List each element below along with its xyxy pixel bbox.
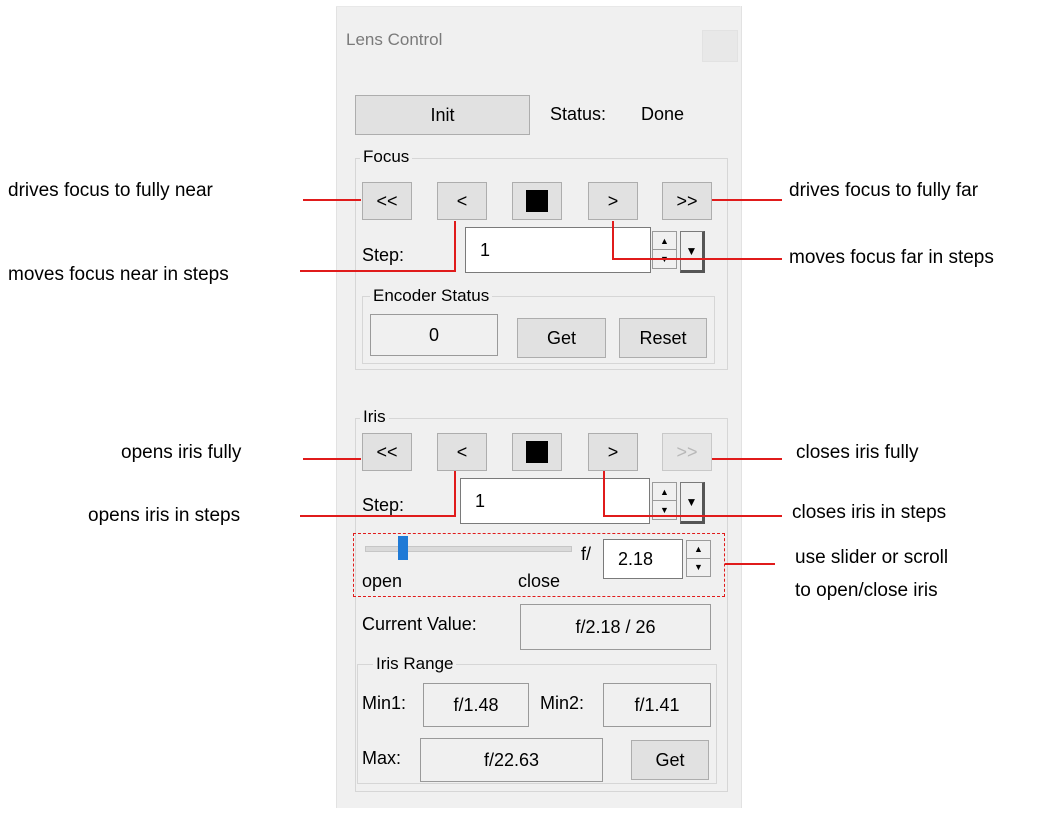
focus-step-dropdown[interactable]: ▼	[680, 231, 705, 273]
status-value: Done	[641, 104, 685, 124]
focus-full-far-button[interactable]: >>	[662, 182, 712, 220]
current-value-readout: f/2.18 / 26	[520, 604, 711, 650]
slider-highlight-box	[353, 533, 725, 597]
min1-label: Min1:	[362, 693, 407, 713]
focus-step-far-button[interactable]: >	[588, 182, 638, 220]
iris-step-close-button[interactable]: >	[588, 433, 638, 471]
iris-step-input[interactable]: 1	[460, 478, 650, 524]
encoder-reset-button[interactable]: Reset	[619, 318, 707, 358]
min1-value: f/1.48	[423, 683, 529, 727]
stop-icon	[526, 441, 548, 463]
annotation-iris-step-close: closes iris in steps	[792, 502, 947, 523]
annotation-focus-full-far: drives focus to fully far	[789, 180, 979, 201]
encoder-value: 0	[370, 314, 498, 356]
focus-stop-button[interactable]	[512, 182, 562, 220]
stop-icon	[526, 190, 548, 212]
current-value-label: Current Value:	[362, 614, 477, 634]
leader-line	[725, 563, 775, 565]
max-value: f/22.63	[420, 738, 603, 782]
annotation-focus-step-far: moves focus far in steps	[789, 247, 994, 268]
annotation-slider-line2: to open/close iris	[795, 580, 938, 601]
leader-line	[712, 199, 782, 201]
annotation-iris-full-open: opens iris fully	[121, 442, 242, 463]
focus-step-label: Step:	[362, 245, 405, 265]
leader-line	[303, 199, 361, 201]
leader-line	[303, 458, 361, 460]
iris-group-label: Iris	[360, 407, 389, 427]
leader-line	[300, 515, 455, 517]
spin-up-icon[interactable]: ▲	[653, 232, 676, 250]
min2-value: f/1.41	[603, 683, 711, 727]
annotation-focus-step-near: moves focus near in steps	[8, 264, 229, 285]
leader-line	[603, 471, 605, 517]
focus-full-near-button[interactable]: <<	[362, 182, 412, 220]
iris-full-close-button[interactable]: >>	[662, 433, 712, 471]
encoder-get-button[interactable]: Get	[517, 318, 606, 358]
iris-stop-button[interactable]	[512, 433, 562, 471]
leader-line	[712, 458, 782, 460]
iris-step-open-button[interactable]: <	[437, 433, 487, 471]
spin-up-icon[interactable]: ▲	[653, 483, 676, 501]
iris-range-label: Iris Range	[373, 654, 457, 674]
leader-line	[454, 221, 456, 272]
focus-step-input[interactable]: 1	[465, 227, 651, 273]
iris-step-label: Step:	[362, 495, 405, 515]
focus-step-spinner[interactable]: ▲ ▼	[652, 231, 677, 269]
encoder-status-label: Encoder Status	[370, 286, 493, 306]
leader-line	[454, 471, 456, 517]
focus-step-near-button[interactable]: <	[437, 182, 487, 220]
leader-line	[300, 270, 455, 272]
leader-line	[612, 221, 614, 260]
annotation-iris-full-close: closes iris fully	[796, 442, 919, 463]
chevron-down-icon: ▼	[685, 495, 698, 509]
leader-line	[603, 515, 782, 517]
annotation-focus-full-near: drives focus to fully near	[8, 180, 213, 201]
panel-top-border	[336, 6, 740, 7]
close-button[interactable]	[702, 30, 738, 62]
max-label: Max:	[362, 748, 402, 768]
window-title: Lens Control	[346, 30, 443, 49]
iris-range-get-button[interactable]: Get	[631, 740, 709, 780]
iris-step-dropdown[interactable]: ▼	[680, 482, 705, 524]
iris-full-open-button[interactable]: <<	[362, 433, 412, 471]
min2-label: Min2:	[540, 693, 585, 713]
annotation-iris-step-open: opens iris in steps	[88, 505, 241, 526]
chevron-down-icon: ▼	[685, 244, 698, 258]
leader-line	[612, 258, 782, 260]
focus-group-label: Focus	[360, 147, 413, 167]
status-label: Status:	[550, 104, 607, 124]
annotation-slider-line1: use slider or scroll	[795, 547, 949, 568]
init-button[interactable]: Init	[355, 95, 530, 135]
